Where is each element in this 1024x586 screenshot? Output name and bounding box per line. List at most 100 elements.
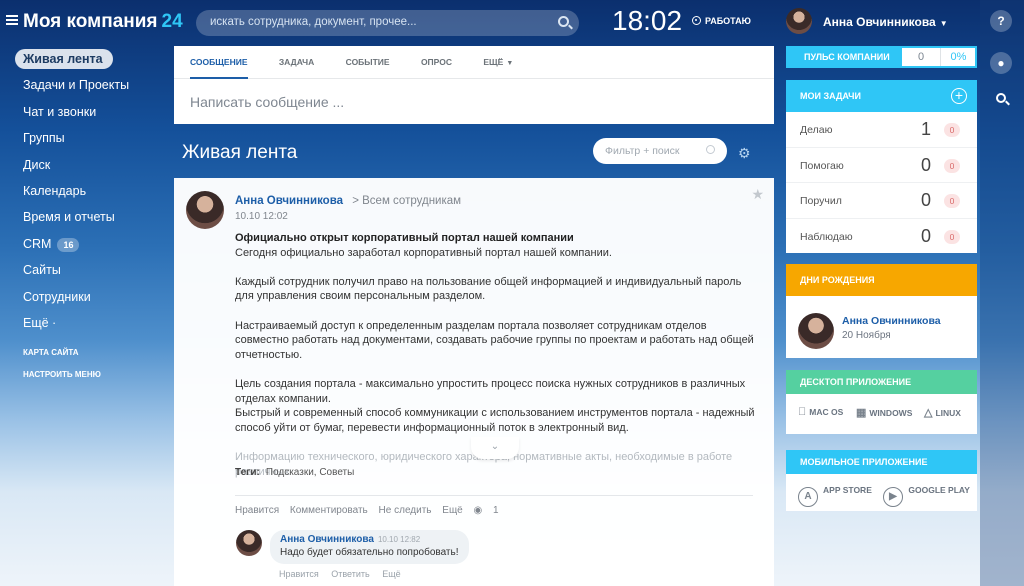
sitemap-link[interactable]: КАРТА САЙТА <box>0 342 170 364</box>
comment-author[interactable]: Анна Овчинникова <box>280 534 374 545</box>
logo[interactable]: Моя компания 24 <box>23 11 183 33</box>
eye-icon: ◉ <box>473 505 483 516</box>
task-row[interactable]: Делаю 1 0 <box>786 112 977 148</box>
counter-badge: 0 <box>944 158 960 173</box>
sidebar-item-groups[interactable]: Группы <box>0 125 170 151</box>
tab-message[interactable]: СООБЩЕНИЕ <box>190 46 248 79</box>
sidebar: Живая лента Задачи и Проекты Чат и звонк… <box>0 46 170 386</box>
linux-download-link[interactable]: △ LINUX <box>924 406 961 419</box>
tab-task[interactable]: ЗАДАЧА <box>279 46 314 79</box>
task-row[interactable]: Наблюдаю 0 0 <box>786 219 977 255</box>
tab-more[interactable]: ЕЩЁ ▼ <box>483 46 513 79</box>
post-composer: СООБЩЕНИЕ ЗАДАЧА СОБЫТИЕ ОПРОС ЕЩЁ ▼ Напи… <box>174 46 774 124</box>
task-row[interactable]: Помогаю 0 0 <box>786 148 977 183</box>
task-row[interactable]: Поручил 0 0 <box>786 183 977 219</box>
app-store-icon: A <box>798 487 818 507</box>
post-actions: Нравится Комментировать Не следить Ещё ◉… <box>235 505 515 516</box>
comment-text: Надо будет обязательно попробовать! <box>280 547 459 558</box>
work-status-button[interactable]: РАБОТАЮ <box>692 16 751 26</box>
post-title: Официально открыт корпоративный портал н… <box>235 232 574 244</box>
tags-links[interactable]: Подсказки, Советы <box>266 467 355 478</box>
user-menu[interactable]: Анна Овчинникова ▼ <box>823 15 948 29</box>
filter-search-input[interactable]: Фильтр + поиск <box>593 138 727 164</box>
like-button[interactable]: Нравится <box>235 505 279 516</box>
search-input[interactable]: искать сотрудника, документ, прочее... <box>196 10 579 36</box>
birthdays-header: ДНИ РОЖДЕНИЯ <box>786 264 977 296</box>
sidebar-item-tasks[interactable]: Задачи и Проекты <box>0 72 170 98</box>
record-icon <box>692 16 701 25</box>
views-count: ◉ 1 <box>473 505 499 516</box>
comment-more-button[interactable]: Ещё <box>382 569 400 579</box>
reply-button[interactable]: Ответить <box>331 569 369 579</box>
right-toolbar <box>980 0 1024 586</box>
chevron-down-icon: ▼ <box>939 19 948 28</box>
avatar[interactable] <box>786 8 812 34</box>
page-title: Живая лента <box>182 142 298 163</box>
search-icon[interactable] <box>558 16 569 27</box>
post-author-link[interactable]: Анна Овчинникова <box>235 195 343 207</box>
comment-avatar[interactable] <box>236 530 262 556</box>
app-store-link[interactable]: A APP STORE <box>798 485 872 507</box>
chevron-down-icon: ▼ <box>506 60 514 67</box>
post-date: 10.10 12:02 <box>235 211 288 222</box>
linux-icon: △ <box>924 407 933 419</box>
sidebar-item-chat[interactable]: Чат и звонки <box>0 99 170 125</box>
my-tasks-header[interactable]: МОИ ЗАДАЧИ + <box>786 80 977 112</box>
tab-event[interactable]: СОБЫТИЕ <box>346 46 390 79</box>
google-play-link[interactable]: ▶ GOOGLE PLAY <box>883 485 970 507</box>
search-placeholder: искать сотрудника, документ, прочее... <box>210 16 417 28</box>
desktop-app-header: ДЕСКТОП ПРИЛОЖЕНИЕ <box>786 370 977 394</box>
post-author-line: Анна Овчинникова > Всем сотрудникам <box>235 195 461 207</box>
star-icon[interactable]: ★ <box>751 186 764 203</box>
comment-like-button[interactable]: Нравится <box>279 569 319 579</box>
add-task-icon[interactable]: + <box>951 88 967 104</box>
counter-badge: 0 <box>944 229 960 244</box>
feed-post: Анна Овчинникова > Всем сотрудникам 10.1… <box>174 178 774 586</box>
sidebar-item-sites[interactable]: Сайты <box>0 257 170 283</box>
birthdays-widget: ДНИ РОЖДЕНИЯ Анна Овчинникова 20 Ноября <box>786 264 977 358</box>
sidebar-item-more[interactable]: Ещё · <box>0 310 170 336</box>
comment-date: 10.10 12:82 <box>377 535 421 544</box>
comment-button[interactable]: Комментировать <box>290 505 368 516</box>
message-input[interactable]: Написать сообщение ... <box>174 79 774 125</box>
more-button[interactable]: Ещё <box>442 505 462 516</box>
company-pulse-widget[interactable]: ПУЛЬС КОМПАНИИ 0 0% <box>786 46 977 68</box>
search-icon <box>706 145 715 154</box>
avatar[interactable] <box>798 313 834 349</box>
counter-badge: 0 <box>944 123 960 137</box>
pulse-value: 0 <box>902 48 941 66</box>
comment-actions: Нравится Ответить Ещё <box>279 569 411 579</box>
desktop-app-widget: ДЕСКТОП ПРИЛОЖЕНИЕ MAC OS ▦WINDOWS △LIN… <box>786 370 977 434</box>
composer-tabs: СООБЩЕНИЕ ЗАДАЧА СОБЫТИЕ ОПРОС ЕЩЁ ▼ <box>174 46 774 79</box>
sidebar-item-time[interactable]: Время и отчеты <box>0 204 170 230</box>
windows-download-link[interactable]: ▦ WINDOWS <box>856 406 912 419</box>
header: Моя компания 24 искать сотрудника, докуме… <box>0 0 1024 44</box>
unfollow-button[interactable]: Не следить <box>379 505 432 516</box>
sidebar-item-feed[interactable]: Живая лента <box>0 46 170 72</box>
clock: 18:02 <box>612 5 683 36</box>
gear-icon[interactable]: ⚙ <box>738 145 751 162</box>
bell-icon[interactable]: ● <box>990 52 1012 74</box>
chevron-down-icon: ⌄ <box>490 441 500 452</box>
menu-icon[interactable] <box>6 15 18 25</box>
help-icon[interactable]: ? <box>990 10 1012 32</box>
expand-post-button[interactable]: ⌄ <box>471 437 519 459</box>
sidebar-item-crm[interactable]: CRM 16 <box>0 231 170 257</box>
tab-poll[interactable]: ОПРОС <box>421 46 452 79</box>
crm-counter-badge: 16 <box>57 237 80 252</box>
post-recipient: > Всем сотрудникам <box>352 195 462 207</box>
mobile-app-header: МОБИЛЬНОЕ ПРИЛОЖЕНИЕ <box>786 450 977 474</box>
birthday-person-link[interactable]: Анна Овчинникова <box>842 315 941 327</box>
search-icon[interactable] <box>996 93 1006 103</box>
comment-bubble: Анна Овчинникова 10.10 12:82 Надо будет о… <box>270 530 469 564</box>
sidebar-item-employees[interactable]: Сотрудники <box>0 284 170 310</box>
mobile-app-widget: МОБИЛЬНОЕ ПРИЛОЖЕНИЕ A APP STORE ▶ GOOGL… <box>786 450 977 511</box>
sidebar-item-calendar[interactable]: Календарь <box>0 178 170 204</box>
birthday-date: 20 Ноября <box>842 330 891 341</box>
apple-icon:  <box>798 406 806 418</box>
configure-menu-link[interactable]: НАСТРОИТЬ МЕНЮ <box>0 364 170 386</box>
post-tags: Теги: Подсказки, Советы <box>235 467 355 478</box>
author-avatar[interactable] <box>186 191 224 229</box>
macos-download-link[interactable]: MAC OS <box>798 406 843 418</box>
sidebar-item-disk[interactable]: Диск <box>0 152 170 178</box>
